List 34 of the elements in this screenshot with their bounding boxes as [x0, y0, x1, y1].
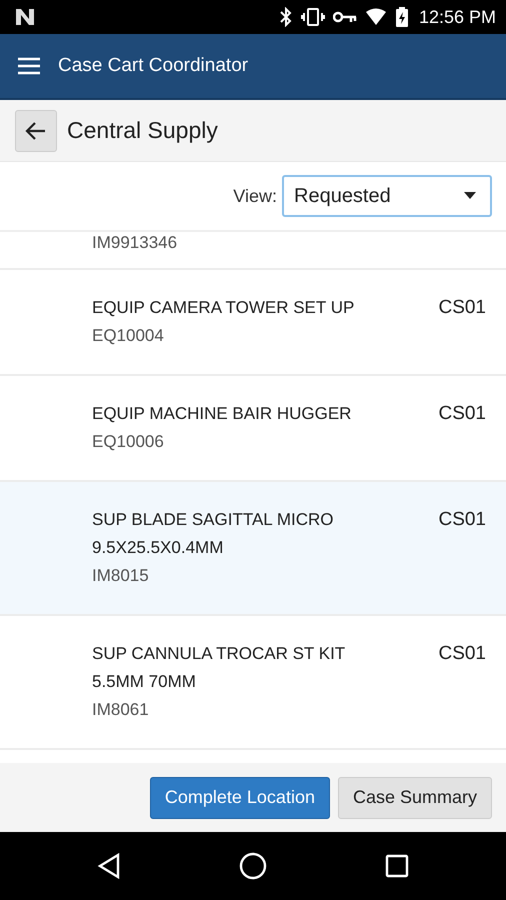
item-code: IM8015 [92, 565, 150, 587]
view-label: View: [233, 186, 277, 206]
key-icon [332, 10, 357, 24]
home-nav-icon[interactable] [239, 852, 267, 880]
item-location: CS01 [438, 642, 486, 666]
app-title: Case Cart Coordinator [58, 55, 248, 77]
back-button[interactable] [15, 110, 57, 152]
item-code: IM9913346 [92, 232, 178, 254]
page-title: Central Supply [67, 117, 218, 144]
item-code: IM8061 [92, 699, 150, 721]
status-time: 12:56 PM [418, 6, 496, 28]
item-name: SUP CANNULA TROCAR ST KIT 5.5MM 70MM [92, 643, 346, 693]
item-code: EQ10006 [92, 431, 165, 453]
recents-nav-icon[interactable] [385, 854, 409, 878]
item-location: CS01 [438, 508, 486, 532]
wifi-icon [364, 8, 387, 26]
item-code: EQ10004 [92, 325, 165, 347]
item-location: CS01 [438, 296, 486, 320]
item-name: EQUIP MACHINE BAIR HUGGER [92, 403, 352, 425]
item-name: SUP BLADE SAGITTAL MICRO 9.5X25.5X0.4MM [92, 509, 335, 559]
caret-icon [464, 192, 476, 200]
back-nav-icon[interactable] [97, 853, 121, 879]
left-arrow-icon [25, 120, 47, 140]
menu-icon[interactable] [18, 57, 40, 75]
complete-location-button[interactable]: Complete Location [150, 776, 330, 818]
battery-icon [394, 6, 409, 28]
case-summary-button[interactable]: Case Summary [338, 776, 492, 818]
item-location: CS01 [438, 402, 486, 426]
list-row[interactable]: SUP BLADE SAGITTAL MICRO 9.5X25.5X0.4MM IM8015 CS01 [0, 482, 506, 616]
n-logo-icon [14, 8, 36, 26]
bluetooth-icon [278, 7, 293, 27]
vibrate-icon [300, 7, 325, 27]
item-name: EQUIP CAMERA TOWER SET UP [92, 297, 356, 319]
view-dropdown[interactable]: Requested [282, 175, 492, 217]
